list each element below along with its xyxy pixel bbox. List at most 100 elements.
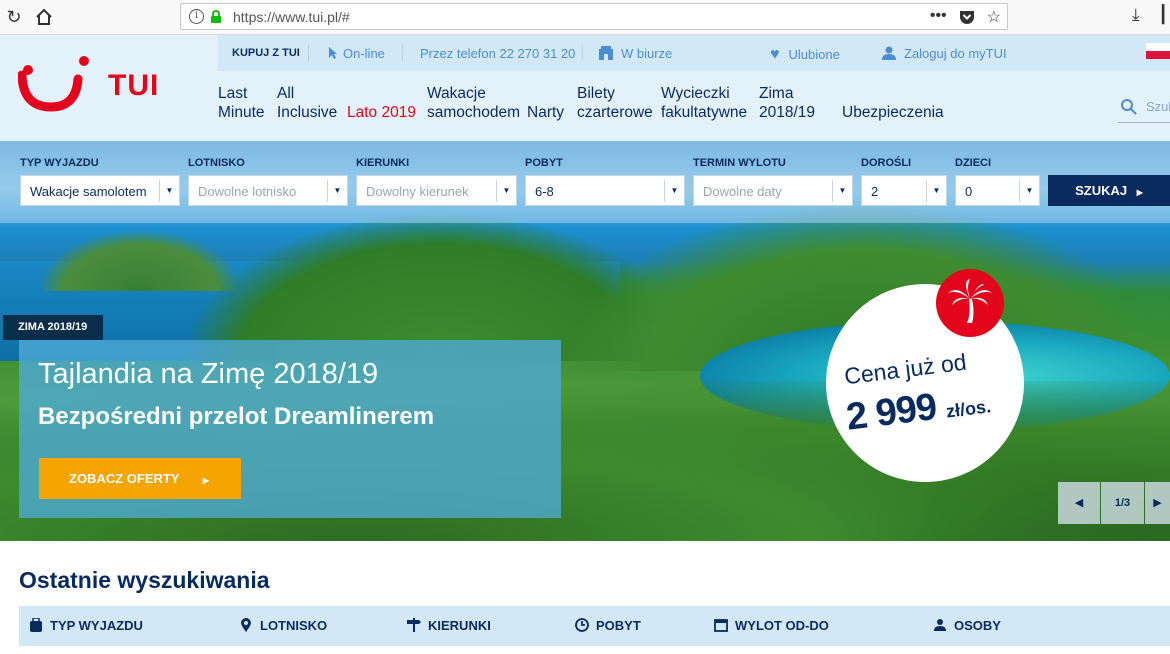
online-link[interactable]: On-line — [328, 46, 385, 61]
chevron-down-icon: ▼ — [664, 180, 684, 202]
departure-date-select[interactable]: Dowolne daty ▼ — [693, 175, 853, 206]
contact-bar: KUPUJ Z TUI On-line Przez telefon 22 270… — [218, 35, 1170, 71]
slider-prev-button[interactable]: ◀ — [1058, 482, 1100, 524]
chevron-down-icon: ▼ — [926, 180, 946, 202]
people-icon — [934, 619, 946, 631]
online-label: On-line — [343, 46, 385, 61]
search-form: TYP WYJAZDU Wakacje samolotem ▼ LOTNISKO… — [0, 141, 1170, 223]
nav-bilety-czarterowe[interactable]: Bilety czarterowe — [577, 84, 653, 122]
phone-link[interactable]: Przez telefon 22 270 31 20 — [420, 46, 575, 61]
signpost-icon — [407, 618, 421, 632]
chevron-down-icon: ▼ — [1019, 180, 1039, 202]
column-trip-type-label: TYP WYJAZDU — [50, 618, 143, 633]
nav-wycieczki-fakultatywne[interactable]: Wycieczki fakultatywne — [661, 84, 747, 122]
nav-lato-2019[interactable]: Lato 2019 — [347, 103, 416, 122]
clock-icon — [575, 618, 589, 632]
column-people-label: OSOBY — [954, 618, 1001, 633]
nav-narty[interactable]: Narty — [527, 103, 564, 122]
chevron-down-icon: ▼ — [832, 180, 852, 202]
hero-banner[interactable]: TYP WYJAZDU Wakacje samolotem ▼ LOTNISKO… — [0, 141, 1170, 541]
nav-ubezpieczenia[interactable]: Ubezpieczenia — [842, 103, 944, 122]
column-destination-label: KIERUNKI — [428, 618, 491, 633]
lock-icon — [211, 10, 221, 23]
login-link[interactable]: Zaloguj do myTUI — [882, 46, 1007, 61]
home-icon[interactable] — [32, 5, 56, 29]
trip-type-select[interactable]: Wakacje samolotem ▼ — [20, 175, 180, 206]
library-icon[interactable]: ┃ — [1158, 5, 1168, 25]
user-icon — [882, 46, 896, 60]
field-label-children: DZIECI — [955, 157, 992, 169]
divider — [582, 45, 583, 61]
favorites-link[interactable]: ♥ Ulubione — [770, 46, 840, 64]
price-amount: 2 999 — [843, 385, 939, 439]
departure-date-placeholder: Dowolne daty — [703, 184, 782, 199]
destination-placeholder: Dowolny kierunek — [366, 184, 469, 199]
column-stay-label: POBYT — [596, 618, 641, 633]
search-icon — [1121, 99, 1137, 115]
chevron-right-icon: ▶ — [1136, 188, 1143, 197]
season-tag: ZIMA 2018/19 — [3, 315, 103, 340]
nav-last-minute[interactable]: Last Minute — [218, 84, 265, 122]
column-trip-type: TYP WYJAZDU — [29, 618, 143, 633]
column-departure: WYLOT OD-DO — [714, 618, 829, 633]
chevron-right-icon: ▶ — [202, 476, 210, 485]
field-label-departure-date: TERMIN WYLOTU — [693, 157, 786, 169]
login-label: Zaloguj do myTUI — [904, 46, 1007, 61]
see-offers-label: ZOBACZ OFERTY — [69, 471, 180, 486]
polish-flag-icon[interactable] — [1146, 43, 1170, 59]
promo-panel: Tajlandia na Zimę 2018/19 Bezpośredni pr… — [19, 340, 561, 518]
field-label-adults: DOROŚLI — [861, 157, 912, 169]
divider — [308, 45, 309, 61]
site-search-input[interactable]: Szuk — [1118, 93, 1170, 123]
reload-icon[interactable]: ↻ — [2, 5, 26, 29]
see-offers-button[interactable]: ZOBACZ OFERTY ▶ — [39, 458, 241, 499]
calendar-icon — [714, 619, 728, 632]
palm-tree-icon — [936, 269, 1004, 337]
price-unit: zł/os. — [944, 396, 993, 422]
pocket-icon[interactable] — [959, 7, 975, 30]
children-value: 0 — [965, 184, 973, 199]
nav-wakacje-samochodem[interactable]: Wakacje samochodem — [427, 84, 520, 122]
nav-zima[interactable]: Zima 2018/19 — [759, 84, 815, 122]
search-button-label: SZUKAJ — [1075, 183, 1128, 198]
price-value: 2 999 zł/os. — [844, 379, 993, 439]
airport-select[interactable]: Dowolne lotnisko ▼ — [188, 175, 348, 206]
chevron-down-icon: ▼ — [159, 180, 179, 202]
column-people: OSOBY — [933, 618, 1001, 633]
office-label: W biurze — [621, 46, 673, 61]
field-label-stay: POBYT — [525, 157, 563, 169]
info-icon[interactable]: i — [189, 9, 204, 24]
column-stay: POBYT — [575, 618, 641, 633]
column-airport-label: LOTNISKO — [260, 618, 328, 633]
suitcase-icon — [30, 618, 42, 632]
more-icon[interactable]: ••• — [930, 7, 947, 30]
search-button[interactable]: SZUKAJ ▶ — [1048, 175, 1170, 206]
slide-counter: 1/3 — [1101, 482, 1144, 524]
heart-icon: ♥ — [770, 46, 780, 63]
favorites-label: Ulubione — [788, 47, 840, 62]
office-link[interactable]: W biurze — [598, 46, 672, 61]
stay-length-value: 6-8 — [535, 184, 554, 199]
promo-title: Tajlandia na Zimę 2018/19 — [38, 358, 379, 390]
field-label-destination: KIERUNKI — [356, 157, 410, 169]
adults-select[interactable]: 2 ▼ — [861, 175, 947, 206]
site-header: TUI KUPUJ Z TUI On-line Przez telefon 22… — [0, 35, 1170, 141]
download-icon[interactable]: ⤓ — [1132, 5, 1140, 25]
tui-logo[interactable]: TUI — [17, 55, 168, 115]
column-destination: KIERUNKI — [407, 618, 491, 633]
address-bar[interactable]: i https://www.tui.pl/# ••• ☆ — [180, 3, 1008, 30]
logo-text: TUI — [108, 69, 160, 102]
recent-searches-header: TYP WYJAZDU LOTNISKO KIERUNKI POBYT WYLO… — [19, 606, 1170, 646]
slider-next-button[interactable]: ▶ — [1145, 482, 1170, 524]
url-text[interactable]: https://www.tui.pl/# — [233, 9, 350, 25]
stay-length-select[interactable]: 6-8 ▼ — [525, 175, 685, 206]
children-select[interactable]: 0 ▼ — [955, 175, 1040, 206]
nav-all-inclusive[interactable]: All Inclusive — [277, 84, 337, 122]
trip-type-value: Wakacje samolotem — [30, 184, 147, 199]
recent-searches-title: Ostatnie wyszukiwania — [19, 567, 270, 593]
column-airport: LOTNISKO — [239, 618, 327, 633]
divider — [402, 45, 403, 61]
bookmark-star-icon[interactable]: ☆ — [987, 7, 1001, 30]
destination-select[interactable]: Dowolny kierunek ▼ — [356, 175, 517, 206]
field-label-trip-type: TYP WYJAZDU — [20, 157, 99, 169]
